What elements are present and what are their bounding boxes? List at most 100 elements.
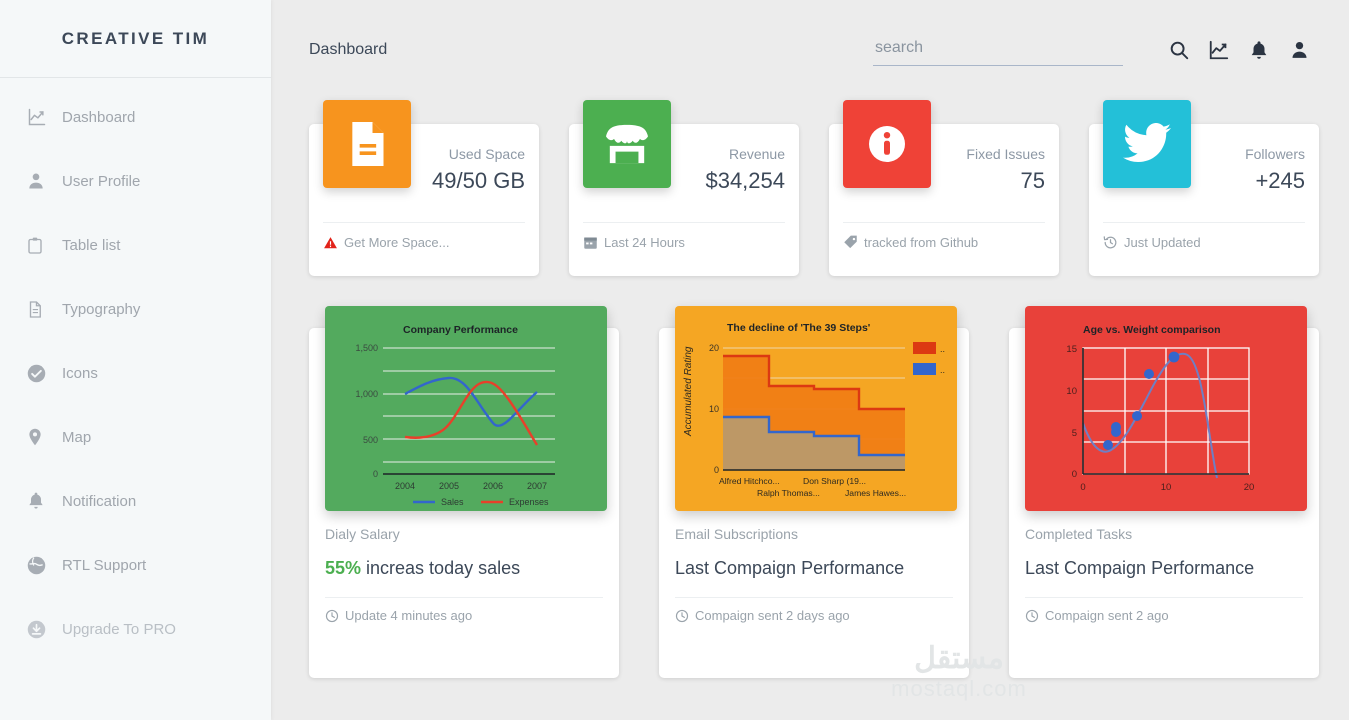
- chart-card-title-rest: Last Compaign Performance: [675, 558, 905, 578]
- svg-text:Alfred Hitchco...: Alfred Hitchco...: [719, 476, 780, 486]
- chart-card-title-rest: Last Compaign Performance: [1025, 558, 1255, 578]
- sidebar-item-map[interactable]: Map: [0, 412, 271, 462]
- stat-card-texts: Used Space 49/50 GB: [432, 124, 525, 222]
- svg-text:The decline of 'The 39 Steps': The decline of 'The 39 Steps': [727, 322, 870, 334]
- stat-card-fixed-issues: Fixed Issues 75 tracked from Github: [829, 100, 1059, 276]
- main-content: Dashboard search Used Space 49/50 GB Get…: [271, 0, 1349, 720]
- sidebar-item-label: Upgrade To PRO: [62, 620, 176, 638]
- stat-card-texts: Revenue $34,254: [705, 124, 785, 222]
- topbar-actions: [873, 30, 1319, 70]
- file-document-icon: [323, 100, 411, 188]
- sidebar-item-user-profile[interactable]: User Profile: [0, 156, 271, 206]
- stat-label: Followers: [1245, 146, 1305, 162]
- svg-text:Age vs. Weight comparison: Age vs. Weight comparison: [1083, 324, 1221, 336]
- svg-text:10: 10: [1066, 386, 1077, 397]
- history-icon: [1103, 235, 1118, 250]
- sidebar-item-label: Icons: [62, 364, 98, 382]
- stat-label: Fixed Issues: [966, 146, 1045, 162]
- clock-icon: [675, 609, 689, 623]
- dashboard-app: CREATIVE TIM Dashboard User Profile Tabl…: [0, 0, 1349, 720]
- stat-footer-label: Last 24 Hours: [604, 235, 685, 250]
- chart-cards-row: Company Performance 1,500 1,000 500 0 20…: [271, 276, 1349, 678]
- document-icon: [26, 297, 56, 321]
- stat-footer-label: Just Updated: [1124, 235, 1201, 250]
- svg-text:1,000: 1,000: [355, 389, 378, 399]
- sidebar-item-dashboard[interactable]: Dashboard: [0, 92, 271, 142]
- clock-icon: [325, 609, 339, 623]
- stat-footer-label: Get More Space...: [344, 235, 450, 250]
- search-icon[interactable]: [1159, 30, 1199, 70]
- age-vs-weight-chart[interactable]: Age vs. Weight comparison 15 10 5 0 0 10…: [1025, 306, 1307, 511]
- globe-icon: [26, 553, 56, 577]
- sidebar: CREATIVE TIM Dashboard User Profile Tabl…: [0, 0, 271, 720]
- chart-card-subtitle: Dialy Salary: [325, 526, 400, 542]
- svg-text:10: 10: [1161, 482, 1172, 493]
- user-icon: [26, 169, 56, 193]
- chart-card-title: 55% increas today sales: [325, 558, 603, 579]
- svg-text:0: 0: [373, 469, 378, 479]
- stat-card-used-space: Used Space 49/50 GB Get More Space...: [309, 100, 539, 276]
- sidebar-item-label: Typography: [62, 300, 141, 318]
- dashboard-chart-icon[interactable]: [1199, 30, 1239, 70]
- page-title: Dashboard: [309, 41, 388, 58]
- chart-card-title-highlight: 55%: [325, 558, 362, 578]
- sidebar-item-notification[interactable]: Notification: [0, 476, 271, 526]
- chart-card-email-subscriptions: The decline of 'The 39 Steps' Accumulate…: [659, 306, 969, 678]
- person-icon[interactable]: [1279, 30, 1319, 70]
- info-circle-icon: [843, 100, 931, 188]
- sidebar-item-label: Dashboard: [62, 108, 136, 126]
- check-circle-icon: [26, 361, 56, 385]
- calendar-icon: [583, 235, 598, 250]
- sidebar-item-label: Map: [62, 428, 92, 446]
- svg-text:2006: 2006: [483, 481, 503, 491]
- svg-text:Expenses: Expenses: [509, 497, 549, 507]
- watermark-latin: mostaql.com: [891, 676, 1027, 701]
- company-performance-chart[interactable]: Company Performance 1,500 1,000 500 0 20…: [325, 306, 607, 511]
- sidebar-item-icons[interactable]: Icons: [0, 348, 271, 398]
- svg-text:0: 0: [1080, 482, 1085, 493]
- svg-text:..: ..: [940, 344, 945, 354]
- chart-card-title-rest: increas today sales: [361, 558, 521, 578]
- chart-card-footer: Compaign sent 2 ago: [1025, 597, 1303, 623]
- chart-card-subtitle: Email Subscriptions: [675, 526, 798, 542]
- stat-value: $34,254: [705, 168, 785, 193]
- search-field-wrapper: [873, 34, 1123, 66]
- sidebar-item-typography[interactable]: Typography: [0, 284, 271, 334]
- stat-card-revenue: Revenue $34,254 Last 24 Hours: [569, 100, 799, 276]
- sidebar-item-label: Table list: [62, 236, 121, 254]
- bell-icon[interactable]: [1239, 30, 1279, 70]
- stat-card-footer[interactable]: Get More Space...: [323, 222, 525, 262]
- stat-value: 49/50 GB: [432, 168, 525, 193]
- stat-label: Used Space: [448, 146, 525, 162]
- sidebar-item-table-list[interactable]: Table list: [0, 220, 271, 270]
- chart-card-dialy-salary: Company Performance 1,500 1,000 500 0 20…: [309, 306, 619, 678]
- svg-text:Company Performance: Company Performance: [403, 324, 518, 336]
- chart-card-footer: Compaign sent 2 days ago: [675, 597, 953, 623]
- chart-card-completed-tasks: Age vs. Weight comparison 15 10 5 0 0 10…: [1009, 306, 1319, 678]
- svg-text:Don Sharp (19...: Don Sharp (19...: [803, 476, 866, 486]
- chart-card-footer-label: Update 4 minutes ago: [345, 608, 473, 623]
- search-input[interactable]: [873, 34, 1123, 66]
- stat-label: Revenue: [728, 146, 785, 162]
- map-pin-icon: [26, 425, 56, 449]
- sidebar-item-rtl-support[interactable]: RTL Support: [0, 540, 271, 590]
- svg-text:Ralph Thomas...: Ralph Thomas...: [757, 488, 820, 498]
- chart-card-title: Last Compaign Performance: [675, 558, 953, 579]
- sidebar-brand[interactable]: CREATIVE TIM: [0, 0, 271, 78]
- svg-text:5: 5: [1072, 428, 1077, 439]
- stat-card-followers: Followers +245 Just Updated: [1089, 100, 1319, 276]
- decline-39-steps-chart[interactable]: The decline of 'The 39 Steps' Accumulate…: [675, 306, 957, 511]
- chart-line-icon: [26, 105, 56, 129]
- brand-text: CREATIVE TIM: [61, 28, 210, 48]
- clipboard-icon: [26, 233, 56, 257]
- stat-card-footer[interactable]: Just Updated: [1103, 222, 1305, 262]
- stat-card-footer[interactable]: tracked from Github: [843, 222, 1045, 262]
- svg-text:2004: 2004: [395, 481, 415, 491]
- sidebar-nav: Dashboard User Profile Table list Typogr…: [0, 78, 271, 654]
- stat-card-footer[interactable]: Last 24 Hours: [583, 222, 785, 262]
- download-circle-icon: [26, 617, 56, 641]
- svg-text:15: 15: [1066, 344, 1077, 355]
- store-icon: [583, 100, 671, 188]
- sidebar-item-upgrade-to-pro[interactable]: Upgrade To PRO: [0, 604, 271, 654]
- stat-cards-row: Used Space 49/50 GB Get More Space... Re…: [271, 100, 1349, 276]
